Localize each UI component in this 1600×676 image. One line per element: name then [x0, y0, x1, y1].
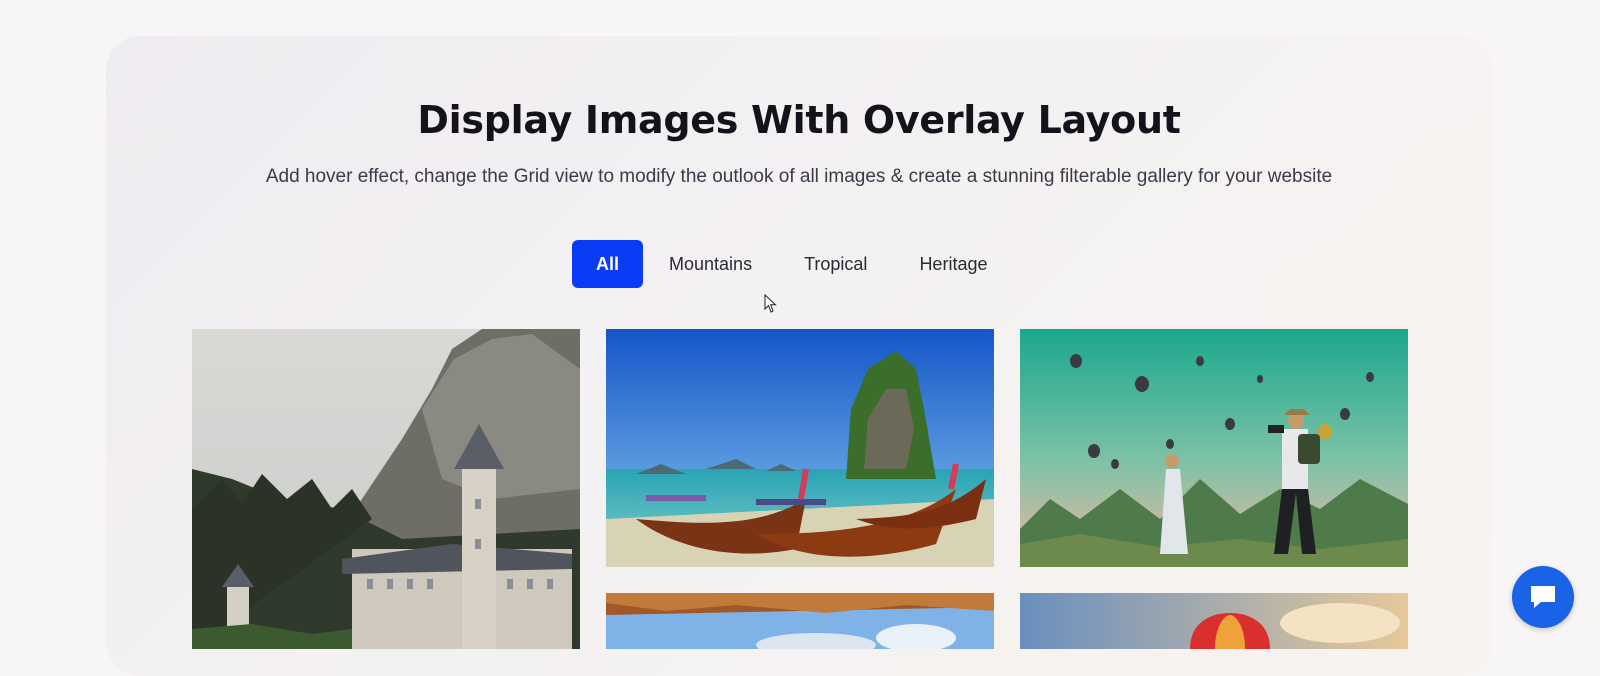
section-title: Display Images With Overlay Layout	[417, 98, 1181, 142]
chat-bubble-icon	[1531, 586, 1555, 608]
mouse-pointer-icon	[764, 294, 777, 313]
filter-heritage-button[interactable]: Heritage	[893, 240, 1013, 288]
filter-mountains-button[interactable]: Mountains	[643, 240, 778, 288]
filter-tropical-button[interactable]: Tropical	[778, 240, 893, 288]
chat-button[interactable]	[1512, 566, 1574, 628]
tropical-beach-hut-image[interactable]	[606, 593, 994, 649]
tropical-boats-image[interactable]	[606, 329, 994, 567]
filter-bar: All Mountains Tropical Heritage	[572, 240, 1013, 288]
section-subtitle: Add hover effect, change the Grid view t…	[265, 166, 1333, 187]
balloons-travelers-image[interactable]	[1020, 329, 1408, 567]
hot-air-balloon-image[interactable]	[1020, 593, 1408, 649]
castle-mountain-image[interactable]	[192, 329, 580, 649]
filter-all-button[interactable]: All	[572, 240, 644, 288]
